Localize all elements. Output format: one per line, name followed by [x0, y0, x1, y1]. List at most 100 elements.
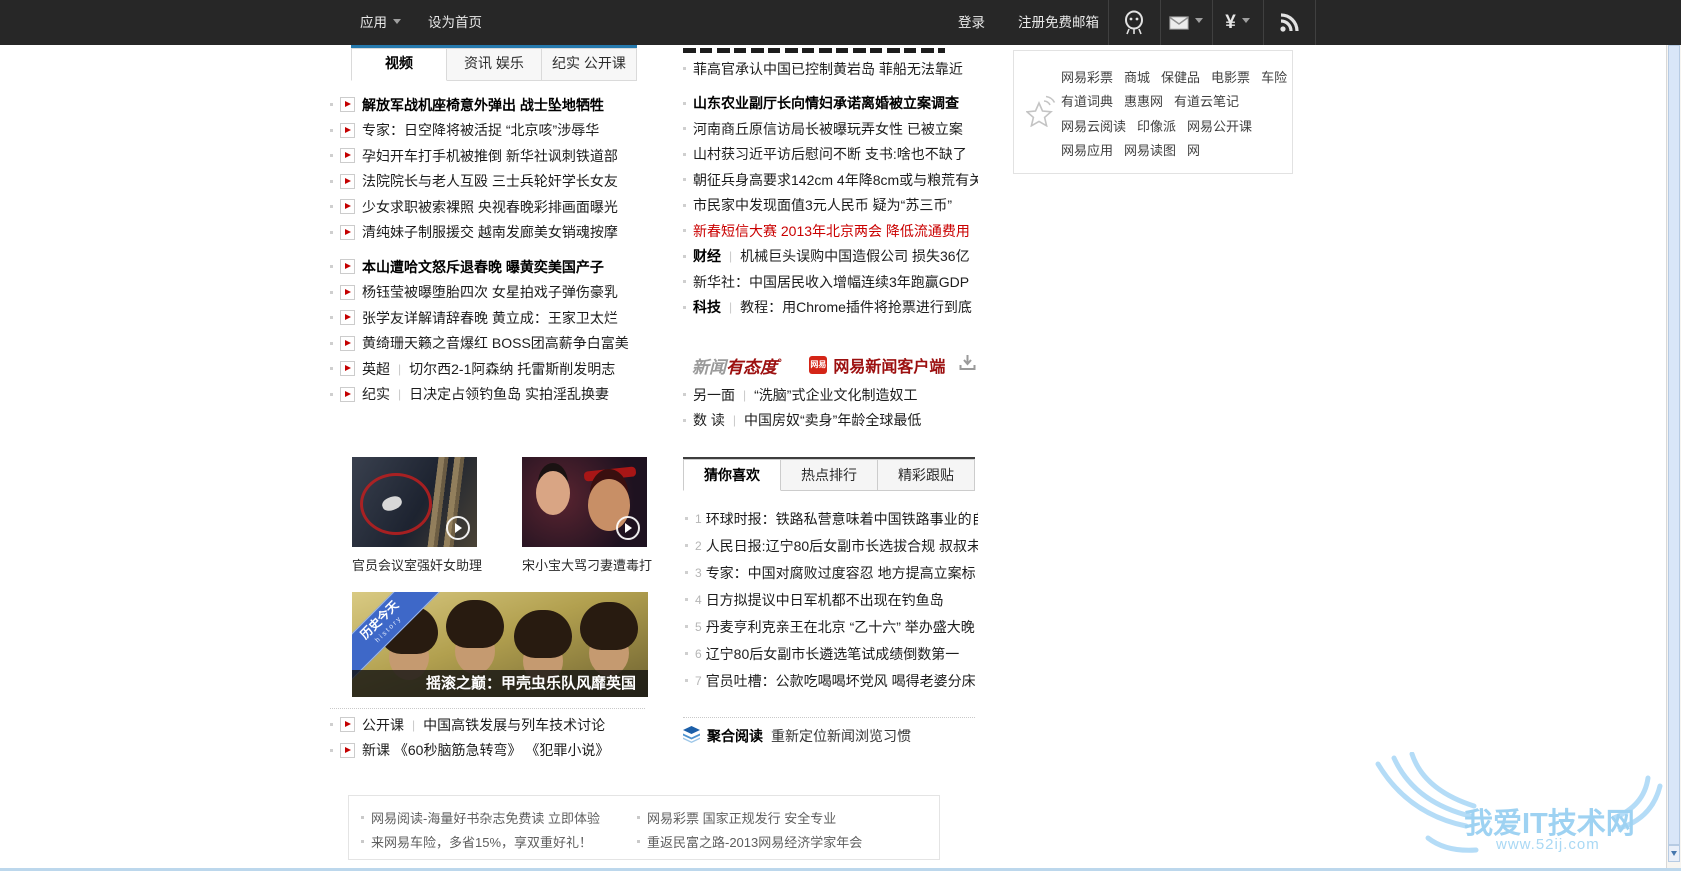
- portal-link[interactable]: 网: [1187, 140, 1200, 159]
- portal-link[interactable]: 保健品: [1161, 67, 1200, 86]
- portal-link[interactable]: 网易云阅读: [1061, 116, 1126, 135]
- play-icon[interactable]: [340, 173, 355, 189]
- play-icon[interactable]: [340, 122, 355, 138]
- news-category-link[interactable]: 英超: [362, 359, 390, 379]
- news-link[interactable]: 杨钰莹被曝堕胎四次 女星拍戏子弹伤豪乳: [362, 282, 618, 302]
- portal-link[interactable]: 网易彩票: [1061, 67, 1113, 86]
- news-link[interactable]: 市民家中发现面值3元人民币 疑为“苏三币”: [693, 195, 952, 215]
- promo-link[interactable]: 来网易车险，多省15%，享双重好礼！: [371, 832, 592, 851]
- news-link[interactable]: 切尔西2-1阿森纳 托雷斯削发明志: [409, 359, 615, 379]
- news-link[interactable]: 河南商丘原信访局长被曝玩弄女性 已被立案: [693, 119, 963, 139]
- news-link[interactable]: 孕妇开车打手机被推倒 新华社讽刺铁道部: [362, 146, 618, 166]
- news-link[interactable]: 新春短信大赛 2013年北京两会 降低流通费用: [693, 221, 970, 241]
- news-link[interactable]: 少女求职被索裸照 央视春晚彩排画面曝光: [362, 197, 618, 217]
- promo-link[interactable]: 网易阅读-海量好书杂志免费读 立即体验: [371, 808, 600, 827]
- news-category-link[interactable]: 财经: [693, 246, 721, 266]
- play-icon[interactable]: [340, 148, 355, 164]
- rss-icon[interactable]: [1263, 0, 1315, 45]
- ranked-link[interactable]: 丹麦亨利克亲王在北京 “乙十六” 举办盛大晚: [706, 617, 975, 637]
- play-icon[interactable]: [340, 717, 355, 733]
- news-link[interactable]: 山村获习近平访后慰问不断 支书:啥也不缺了: [693, 144, 967, 164]
- play-button-icon[interactable]: [446, 516, 470, 540]
- portal-link[interactable]: 车险: [1261, 67, 1287, 86]
- news-link[interactable]: 解放军战机座椅意外弹出 战士坠地牺牲: [362, 95, 604, 115]
- scrollbar-track[interactable]: [1666, 45, 1681, 871]
- portal-link[interactable]: 印像派: [1137, 116, 1176, 135]
- mail-icon[interactable]: [1160, 0, 1212, 45]
- tab-3[interactable]: 纪实 公开课: [542, 48, 637, 81]
- ranked-link[interactable]: 官员吐槽：公款吃喝喝坏党风 喝得老婆分床: [706, 671, 976, 691]
- news-link[interactable]: 教程：用Chrome插件将抢票进行到底: [740, 297, 972, 317]
- news-link[interactable]: 本山遭哈文怒斥退春晚 曝黄奕美国产子: [362, 257, 604, 277]
- portal-link[interactable]: 有道词典: [1061, 91, 1113, 110]
- aggregate-reading-link[interactable]: 聚合阅读: [707, 726, 763, 746]
- register-mail-link[interactable]: 注册免费邮箱: [1018, 0, 1099, 45]
- news-link[interactable]: 清纯妹子制服援交 越南发廊美女销魂按摩: [362, 222, 618, 242]
- login-link[interactable]: 登录: [958, 0, 985, 45]
- portal-link[interactable]: 电影票: [1211, 67, 1250, 86]
- netease-mascot-icon[interactable]: [1108, 0, 1160, 45]
- news-category-link[interactable]: 公开课: [362, 715, 404, 735]
- ranked-link[interactable]: 日方拟提议中日军机都不出现在钓鱼岛: [706, 590, 944, 610]
- news-category-link[interactable]: 另一面: [693, 385, 735, 405]
- news-link[interactable]: 中国高铁发展与列车技术讨论: [423, 715, 605, 735]
- portal-link[interactable]: 惠惠网: [1124, 91, 1163, 110]
- play-icon[interactable]: [340, 259, 355, 275]
- news-link[interactable]: 山东农业副厅长向情妇承诺离婚被立案调查: [693, 93, 959, 113]
- money-yen-icon[interactable]: ¥: [1212, 0, 1263, 45]
- news-link[interactable]: 菲高官承认中国已控制黄岩岛 菲船无法靠近: [693, 59, 963, 79]
- download-icon[interactable]: [959, 354, 976, 376]
- set-homepage-link[interactable]: 设为首页: [428, 0, 482, 45]
- play-icon[interactable]: [340, 97, 355, 113]
- news-link[interactable]: 朝征兵身高要求142cm 4年降8cm或与粮荒有关: [693, 170, 978, 190]
- portal-link[interactable]: 网易公开课: [1187, 116, 1252, 135]
- tab-3[interactable]: 精彩跟贴: [878, 459, 975, 491]
- play-icon[interactable]: [340, 224, 355, 240]
- news-client-link[interactable]: 网易新闻客户端: [833, 353, 945, 377]
- portal-link[interactable]: 网易应用: [1061, 140, 1113, 159]
- portal-link[interactable]: 有道云笔记: [1174, 91, 1239, 110]
- history-today-banner[interactable]: 历史今天 history 摇滚之巅：甲壳虫乐队风靡英国: [352, 592, 648, 697]
- news-link[interactable]: 机械巨头误购中国造假公司 损失36亿: [740, 246, 969, 266]
- play-icon[interactable]: [340, 199, 355, 215]
- news-link[interactable]: 日决定占领钓鱼岛 实拍淫乱换妻: [409, 384, 609, 404]
- ranked-link[interactable]: 人民日报:辽宁80后女副市长选拔合规 叔叔未: [706, 536, 978, 556]
- scrollbar-thumb[interactable]: [1668, 45, 1680, 845]
- news-category-link[interactable]: 纪实: [362, 384, 390, 404]
- apps-menu[interactable]: 应用: [360, 0, 401, 45]
- promo-link[interactable]: 网易彩票 国家正规发行 安全专业: [647, 808, 836, 827]
- ranked-link[interactable]: 环球时报：铁路私营意味着中国铁路事业的自: [706, 509, 978, 529]
- news-category-link[interactable]: 科技: [693, 297, 721, 317]
- news-link[interactable]: 张学友详解请辞春晚 黄立成：王家卫太烂: [362, 308, 618, 328]
- video-caption-2[interactable]: 宋小宝大骂刁妻遭毒打: [522, 555, 652, 574]
- news-link[interactable]: 新课 《60秒脑筋急转弯》 《犯罪小说》: [362, 740, 609, 760]
- tab-2[interactable]: 热点排行: [781, 459, 878, 491]
- ranked-link[interactable]: 专家：中国对腐败过度容忍 地方提高立案标: [706, 563, 976, 583]
- news-link[interactable]: 新华社：中国居民收入增幅连续3年跑赢GDP: [693, 272, 969, 292]
- play-icon[interactable]: [340, 310, 355, 326]
- banner-caption[interactable]: 摇滚之巅：甲壳虫乐队风靡英国: [352, 670, 648, 697]
- video-caption-1[interactable]: 官员会议室强奸女助理: [352, 555, 482, 574]
- news-link[interactable]: “洗脑”式企业文化制造奴工: [754, 385, 917, 405]
- news-category-link[interactable]: 数 读: [693, 410, 725, 430]
- tab-1[interactable]: 视频: [351, 48, 447, 81]
- tab-2[interactable]: 资讯 娱乐: [447, 48, 542, 81]
- portal-link[interactable]: 网易读图: [1124, 140, 1176, 159]
- play-icon[interactable]: [340, 335, 355, 351]
- play-icon[interactable]: [340, 361, 355, 377]
- promo-link[interactable]: 重返民富之路-2013网易经济学家年会: [647, 832, 862, 851]
- tab-1[interactable]: 猜你喜欢: [683, 459, 781, 491]
- news-link[interactable]: 专家：日空降将被活捉 “北京咳”涉辱华: [362, 120, 599, 140]
- play-button-icon[interactable]: [616, 516, 640, 540]
- ranked-link[interactable]: 辽宁80后女副市长遴选笔试成绩倒数第一: [706, 644, 960, 664]
- news-link[interactable]: 黄绮珊天籁之音爆红 BOSS团高薪争白富美: [362, 333, 629, 353]
- portal-link[interactable]: 商城: [1124, 67, 1150, 86]
- video-thumbnail-1[interactable]: [352, 457, 477, 547]
- news-link[interactable]: 法院院长与老人互殴 三士兵轮奸学长女友: [362, 171, 618, 191]
- news-link[interactable]: 中国房奴“卖身”年龄全球最低: [744, 410, 921, 430]
- play-icon[interactable]: [340, 284, 355, 300]
- scrollbar-down-button[interactable]: [1668, 845, 1680, 862]
- play-icon[interactable]: [340, 742, 355, 758]
- video-thumbnail-2[interactable]: [522, 457, 647, 547]
- play-icon[interactable]: [340, 386, 355, 402]
